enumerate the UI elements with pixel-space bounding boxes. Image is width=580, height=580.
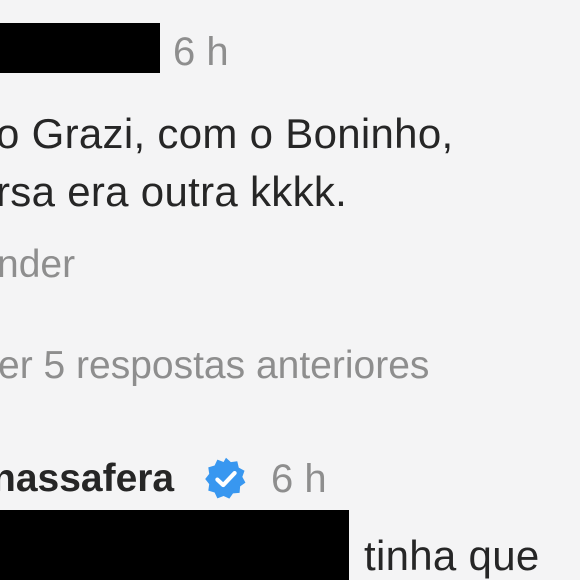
comment-timestamp: 6 h	[173, 30, 229, 74]
redacted-mention-block	[0, 510, 349, 580]
comment-text-line-1: o Grazi, com o Boninho,	[0, 110, 454, 157]
reply-button[interactable]: nder	[0, 243, 75, 287]
redacted-username-block	[0, 23, 160, 73]
comment-username[interactable]: nassafera	[0, 457, 174, 501]
comment-timestamp-2: 6 h	[271, 457, 327, 501]
comment-text-line-2: rsa era outra kkkk.	[0, 168, 348, 215]
comment-text-partial: tinha que	[364, 532, 540, 579]
verified-badge-icon	[205, 457, 246, 499]
view-previous-replies-button[interactable]: er 5 respostas anteriores	[0, 344, 429, 388]
